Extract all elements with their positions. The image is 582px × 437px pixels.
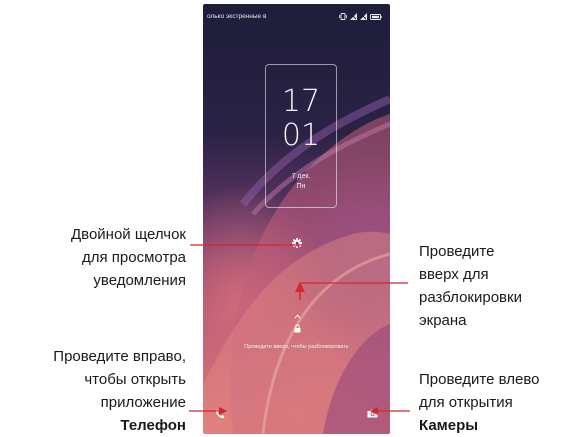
callout-swipe-left: Проведите влево для открытия Камеры xyxy=(419,371,540,434)
unlock-hint: Проведите вверх, чтобы разблокировать xyxy=(244,344,349,350)
clock-hour: 17 xyxy=(281,84,321,119)
clock-widget[interactable]: 17 01 7 дек. Пн xyxy=(265,64,337,208)
callout-swipe-up: Проведите вверх для разблокировки экрана xyxy=(419,243,522,329)
status-text: олько экстренные в xyxy=(207,13,267,20)
clock-minute: 01 xyxy=(281,118,321,153)
phone-lock-screen: олько экстренные в 17 01 7 дек. Пн Прове… xyxy=(203,4,390,434)
vibrate-icon xyxy=(339,13,347,20)
clock-weekday: Пн xyxy=(296,183,306,190)
lock-icon[interactable] xyxy=(294,324,301,333)
phone-icon[interactable] xyxy=(215,409,225,419)
battery-icon xyxy=(370,13,382,20)
gear-icon[interactable] xyxy=(292,238,302,248)
callout-double-tap: Двойной щелчок для просмотра уведомления xyxy=(70,226,186,289)
status-bar: олько экстренные в xyxy=(203,10,390,24)
chevron-up-icon xyxy=(294,314,301,319)
callout-swipe-right: Проведите вправо, чтобы открыть приложен… xyxy=(53,348,186,434)
clock-date: 7 дек. xyxy=(291,173,311,180)
camera-icon[interactable] xyxy=(367,409,378,418)
no-signal-icon xyxy=(360,13,367,20)
no-signal-icon xyxy=(350,13,357,20)
